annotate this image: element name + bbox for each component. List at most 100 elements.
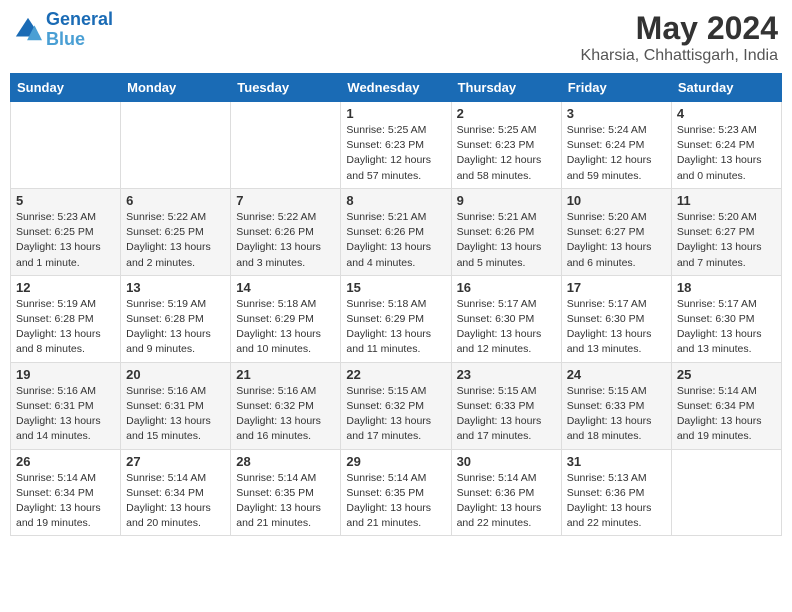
month-title: May 2024 (581, 10, 778, 47)
calendar-week-2: 5 Sunrise: 5:23 AM Sunset: 6:25 PM Daylig… (11, 188, 782, 275)
calendar-cell: 21 Sunrise: 5:16 AM Sunset: 6:32 PM Dayli… (231, 362, 341, 449)
calendar-cell: 20 Sunrise: 5:16 AM Sunset: 6:31 PM Dayli… (121, 362, 231, 449)
logo-text: General Blue (46, 10, 113, 50)
day-number: 27 (126, 454, 225, 469)
calendar-cell: 9 Sunrise: 5:21 AM Sunset: 6:26 PM Daylig… (451, 188, 561, 275)
calendar-cell: 10 Sunrise: 5:20 AM Sunset: 6:27 PM Dayli… (561, 188, 671, 275)
day-number: 23 (457, 367, 556, 382)
day-info: Sunrise: 5:16 AM Sunset: 6:32 PM Dayligh… (236, 384, 335, 445)
calendar-cell: 7Sunrise: 5:22 AM Sunset: 6:26 PM Daylig… (231, 188, 341, 275)
calendar-week-4: 19 Sunrise: 5:16 AM Sunset: 6:31 PM Dayli… (11, 362, 782, 449)
weekday-header-tuesday: Tuesday (231, 74, 341, 102)
calendar-cell (231, 102, 341, 189)
calendar-cell: 25 Sunrise: 5:14 AM Sunset: 6:34 PM Dayli… (671, 362, 781, 449)
calendar-week-1: 1 Sunrise: 5:25 AM Sunset: 6:23 PM Daylig… (11, 102, 782, 189)
day-number: 13 (126, 280, 225, 295)
day-info: Sunrise: 5:16 AM Sunset: 6:31 PM Dayligh… (126, 384, 225, 445)
day-number: 16 (457, 280, 556, 295)
calendar-cell: 5 Sunrise: 5:23 AM Sunset: 6:25 PM Daylig… (11, 188, 121, 275)
day-info: Sunrise: 5:19 AM Sunset: 6:28 PM Dayligh… (126, 297, 225, 358)
calendar-cell: 27 Sunrise: 5:14 AM Sunset: 6:34 PM Dayli… (121, 449, 231, 536)
day-info: Sunrise: 5:23 AM Sunset: 6:25 PM Dayligh… (16, 210, 115, 271)
weekday-header-sunday: Sunday (11, 74, 121, 102)
day-info: Sunrise: 5:15 AM Sunset: 6:32 PM Dayligh… (346, 384, 445, 445)
day-number: 8 (346, 193, 445, 208)
day-info: Sunrise: 5:20 AM Sunset: 6:27 PM Dayligh… (677, 210, 776, 271)
day-number: 15 (346, 280, 445, 295)
day-number: 22 (346, 367, 445, 382)
calendar-cell: 8Sunrise: 5:21 AM Sunset: 6:26 PM Daylig… (341, 188, 451, 275)
day-number: 5 (16, 193, 115, 208)
calendar-cell (671, 449, 781, 536)
day-number: 4 (677, 106, 776, 121)
day-info: Sunrise: 5:14 AM Sunset: 6:36 PM Dayligh… (457, 471, 556, 532)
day-info: Sunrise: 5:22 AM Sunset: 6:25 PM Dayligh… (126, 210, 225, 271)
weekday-header-saturday: Saturday (671, 74, 781, 102)
weekday-header-monday: Monday (121, 74, 231, 102)
day-info: Sunrise: 5:15 AM Sunset: 6:33 PM Dayligh… (567, 384, 666, 445)
day-info: Sunrise: 5:17 AM Sunset: 6:30 PM Dayligh… (677, 297, 776, 358)
calendar-cell: 29Sunrise: 5:14 AM Sunset: 6:35 PM Dayli… (341, 449, 451, 536)
calendar-cell: 14 Sunrise: 5:18 AM Sunset: 6:29 PM Dayli… (231, 275, 341, 362)
day-number: 28 (236, 454, 335, 469)
day-info: Sunrise: 5:25 AM Sunset: 6:23 PM Dayligh… (346, 123, 445, 184)
day-number: 26 (16, 454, 115, 469)
calendar-cell: 19Sunrise: 5:16 AM Sunset: 6:31 PM Dayli… (11, 362, 121, 449)
calendar-cell: 12 Sunrise: 5:19 AM Sunset: 6:28 PM Dayli… (11, 275, 121, 362)
day-number: 12 (16, 280, 115, 295)
day-number: 21 (236, 367, 335, 382)
location-title: Kharsia, Chhattisgarh, India (581, 47, 778, 65)
weekday-header-wednesday: Wednesday (341, 74, 451, 102)
day-number: 9 (457, 193, 556, 208)
day-number: 19 (16, 367, 115, 382)
day-info: Sunrise: 5:21 AM Sunset: 6:26 PM Dayligh… (457, 210, 556, 271)
day-number: 25 (677, 367, 776, 382)
day-number: 18 (677, 280, 776, 295)
calendar-cell: 3 Sunrise: 5:24 AM Sunset: 6:24 PM Daylig… (561, 102, 671, 189)
calendar-cell: 31Sunrise: 5:13 AM Sunset: 6:36 PM Dayli… (561, 449, 671, 536)
day-info: Sunrise: 5:24 AM Sunset: 6:24 PM Dayligh… (567, 123, 666, 184)
day-number: 6 (126, 193, 225, 208)
day-number: 7 (236, 193, 335, 208)
day-number: 10 (567, 193, 666, 208)
day-number: 24 (567, 367, 666, 382)
day-info: Sunrise: 5:19 AM Sunset: 6:28 PM Dayligh… (16, 297, 115, 358)
calendar-cell: 22 Sunrise: 5:15 AM Sunset: 6:32 PM Dayli… (341, 362, 451, 449)
calendar-cell: 6 Sunrise: 5:22 AM Sunset: 6:25 PM Daylig… (121, 188, 231, 275)
calendar-cell: 23 Sunrise: 5:15 AM Sunset: 6:33 PM Dayli… (451, 362, 561, 449)
day-number: 20 (126, 367, 225, 382)
day-number: 3 (567, 106, 666, 121)
calendar-cell: 30 Sunrise: 5:14 AM Sunset: 6:36 PM Dayli… (451, 449, 561, 536)
day-info: Sunrise: 5:14 AM Sunset: 6:34 PM Dayligh… (16, 471, 115, 532)
day-info: Sunrise: 5:14 AM Sunset: 6:34 PM Dayligh… (677, 384, 776, 445)
weekday-header-thursday: Thursday (451, 74, 561, 102)
day-info: Sunrise: 5:17 AM Sunset: 6:30 PM Dayligh… (567, 297, 666, 358)
day-number: 1 (346, 106, 445, 121)
calendar-cell (11, 102, 121, 189)
logo: General Blue (14, 10, 113, 50)
day-info: Sunrise: 5:18 AM Sunset: 6:29 PM Dayligh… (236, 297, 335, 358)
day-info: Sunrise: 5:14 AM Sunset: 6:34 PM Dayligh… (126, 471, 225, 532)
calendar-cell: 15Sunrise: 5:18 AM Sunset: 6:29 PM Dayli… (341, 275, 451, 362)
calendar-cell: 1 Sunrise: 5:25 AM Sunset: 6:23 PM Daylig… (341, 102, 451, 189)
day-info: Sunrise: 5:15 AM Sunset: 6:33 PM Dayligh… (457, 384, 556, 445)
day-number: 30 (457, 454, 556, 469)
calendar-cell: 13 Sunrise: 5:19 AM Sunset: 6:28 PM Dayli… (121, 275, 231, 362)
day-info: Sunrise: 5:14 AM Sunset: 6:35 PM Dayligh… (236, 471, 335, 532)
calendar-week-5: 26 Sunrise: 5:14 AM Sunset: 6:34 PM Dayli… (11, 449, 782, 536)
calendar-cell: 28 Sunrise: 5:14 AM Sunset: 6:35 PM Dayli… (231, 449, 341, 536)
calendar-cell: 24 Sunrise: 5:15 AM Sunset: 6:33 PM Dayli… (561, 362, 671, 449)
day-number: 14 (236, 280, 335, 295)
day-info: Sunrise: 5:20 AM Sunset: 6:27 PM Dayligh… (567, 210, 666, 271)
day-info: Sunrise: 5:17 AM Sunset: 6:30 PM Dayligh… (457, 297, 556, 358)
page-header: General Blue May 2024 Kharsia, Chhattisg… (10, 10, 782, 65)
calendar-week-3: 12 Sunrise: 5:19 AM Sunset: 6:28 PM Dayli… (11, 275, 782, 362)
calendar-table: SundayMondayTuesdayWednesdayThursdayFrid… (10, 73, 782, 536)
day-number: 2 (457, 106, 556, 121)
calendar-cell: 16 Sunrise: 5:17 AM Sunset: 6:30 PM Dayli… (451, 275, 561, 362)
weekday-header-row: SundayMondayTuesdayWednesdayThursdayFrid… (11, 74, 782, 102)
day-info: Sunrise: 5:23 AM Sunset: 6:24 PM Dayligh… (677, 123, 776, 184)
calendar-cell: 17 Sunrise: 5:17 AM Sunset: 6:30 PM Dayli… (561, 275, 671, 362)
calendar-cell: 4 Sunrise: 5:23 AM Sunset: 6:24 PM Daylig… (671, 102, 781, 189)
day-number: 17 (567, 280, 666, 295)
